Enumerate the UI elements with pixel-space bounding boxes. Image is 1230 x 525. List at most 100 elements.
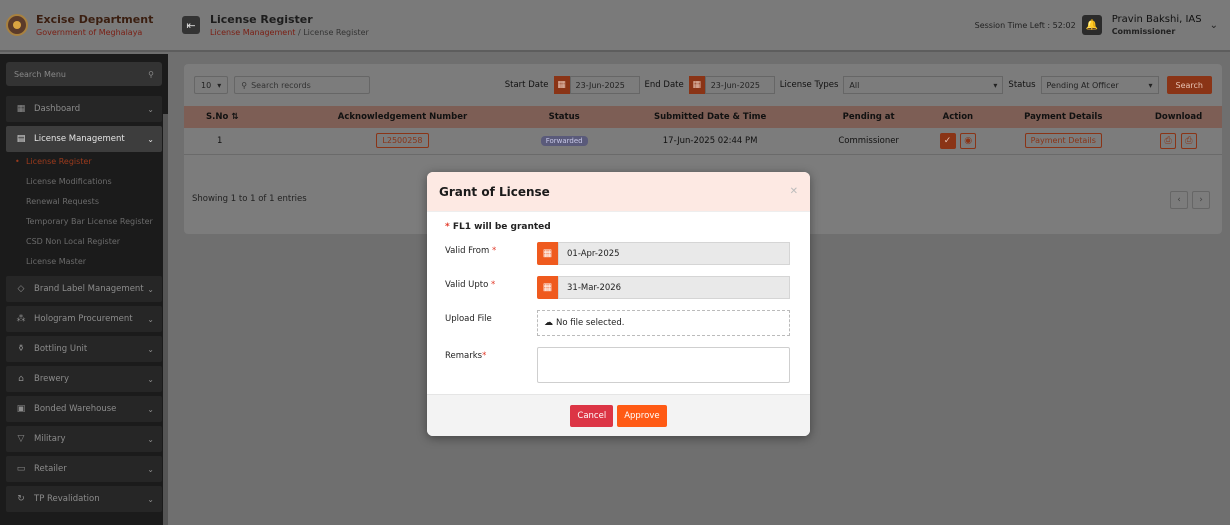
valid-upto-input[interactable]: 31-Mar-2026 xyxy=(558,276,790,299)
chevron-down-icon: ⌄ xyxy=(147,344,154,354)
ack-number-link[interactable]: L2500258 xyxy=(376,133,429,149)
chevron-down-icon: ⌄ xyxy=(147,494,154,504)
close-icon[interactable]: ✕ xyxy=(790,186,798,197)
end-date-input[interactable]: 23-Jun-2025 xyxy=(704,76,775,94)
filter-toolbar: 10 ▾ ⚲ Search records Start Date ▦ 23-Ju… xyxy=(184,64,1222,106)
cancel-button[interactable]: Cancel xyxy=(570,404,614,427)
previous-page-icon[interactable]: ‹ xyxy=(1170,191,1188,209)
approve-button[interactable]: Approve xyxy=(617,404,667,427)
sidebar-item-retailer[interactable]: ▭ Retailer ⌄ xyxy=(6,456,162,482)
start-date-input[interactable]: 23-Jun-2025 xyxy=(569,76,640,94)
view-eye-icon[interactable]: ◉ xyxy=(960,132,977,149)
cell-sno: 1 xyxy=(217,135,223,146)
sidebar-sub-temporary-bar-license[interactable]: Temporary Bar License Register xyxy=(6,216,162,227)
page-size-select[interactable]: 10 ▾ xyxy=(194,76,229,94)
valid-from-input[interactable]: 01-Apr-2025 xyxy=(558,242,790,265)
valid-upto-field[interactable]: ▦ 31-Mar-2026 xyxy=(537,276,790,299)
menu-toggle-icon[interactable]: ⇤ xyxy=(182,16,200,34)
breadcrumb-current: License Register xyxy=(303,27,369,37)
brand[interactable]: Excise Department Government of Meghalay… xyxy=(0,0,172,51)
column-header-sno[interactable]: S.No ⇅ xyxy=(184,106,284,128)
valid-upto-row: Valid Upto * ▦ 31-Mar-2026 xyxy=(445,276,792,299)
retailer-icon: ▭ xyxy=(16,464,26,474)
column-header-submitted: Submitted Date & Time xyxy=(654,112,767,122)
search-records-input[interactable]: ⚲ Search records xyxy=(234,76,371,94)
column-header-pending: Pending at xyxy=(842,112,895,122)
upload-file-input[interactable]: ☁ No file selected. xyxy=(537,310,790,336)
license-table: S.No ⇅ Acknowledgement Number Status Sub… xyxy=(184,106,1222,155)
sidebar-item-label: License Management xyxy=(34,134,125,144)
chevron-down-icon: ⌄ xyxy=(147,314,154,324)
sidebar-item-brand-label[interactable]: ◇ Brand Label Management ⌄ xyxy=(6,276,162,302)
sidebar-item-bottling[interactable]: ⚱ Bottling Unit ⌄ xyxy=(6,336,162,362)
breadcrumb-parent[interactable]: License Management xyxy=(210,28,295,37)
modal-header: Grant of License ✕ xyxy=(427,172,810,212)
sidebar-item-tp-revalidation[interactable]: ↻ TP Revalidation ⌄ xyxy=(6,486,162,512)
payment-details-button[interactable]: Payment Details xyxy=(1024,133,1102,149)
entries-info: Showing 1 to 1 of 1 entries xyxy=(192,194,307,204)
sidebar-item-brewery[interactable]: ⌂ Brewery ⌄ xyxy=(6,366,162,392)
search-menu-input[interactable]: Search Menu ⚲ xyxy=(6,62,162,86)
column-header-ack: Acknowledgement Number xyxy=(337,112,468,122)
sidebar-item-military[interactable]: ▽ Military ⌄ xyxy=(6,426,162,452)
chevron-down-icon: ⌄ xyxy=(147,104,154,114)
calendar-icon[interactable]: ▦ xyxy=(537,276,558,299)
sidebar-item-bonded-warehouse[interactable]: ▣ Bonded Warehouse ⌄ xyxy=(6,396,162,422)
license-types-select[interactable]: All ▾ xyxy=(843,76,1004,94)
chevron-down-icon: ⌄ xyxy=(147,374,154,384)
approve-check-icon[interactable]: ✓ xyxy=(939,132,956,149)
sidebar-item-label: Bottling Unit xyxy=(34,344,88,354)
valid-from-field[interactable]: ▦ 01-Apr-2025 xyxy=(537,242,790,265)
chevron-down-icon: ▾ xyxy=(217,80,222,90)
dashboard-icon: ▦ xyxy=(16,104,26,114)
search-menu-placeholder: Search Menu xyxy=(14,69,66,79)
status-label: Status xyxy=(1008,80,1036,90)
sidebar-item-label: Brewery xyxy=(34,374,70,384)
next-page-icon[interactable]: › xyxy=(1192,191,1210,209)
sidebar-sub-license-modifications[interactable]: License Modifications xyxy=(6,176,162,187)
sidebar-item-hologram[interactable]: ⁂ Hologram Procurement ⌄ xyxy=(6,306,162,332)
sidebar-item-license-management[interactable]: ▤ License Management ⌄ xyxy=(6,126,162,152)
grant-note-text: FL1 will be granted xyxy=(452,222,551,232)
calendar-icon[interactable]: ▦ xyxy=(553,76,570,94)
sidebar-item-dashboard[interactable]: ▦ Dashboard ⌄ xyxy=(6,96,162,122)
sidebar: Search Menu ⚲ ▦ Dashboard ⌄ ▤ License Ma… xyxy=(0,54,168,525)
sidebar-item-label: Military xyxy=(34,434,66,444)
search-button[interactable]: Search xyxy=(1166,76,1212,94)
cell-action: ✓ ◉ xyxy=(924,128,991,154)
cell-payment: Payment Details xyxy=(992,128,1135,154)
required-marker: * xyxy=(445,222,450,232)
chevron-down-icon[interactable]: ⌄ xyxy=(1210,20,1218,31)
sidebar-scrollbar[interactable] xyxy=(163,114,168,525)
remarks-textarea[interactable] xyxy=(537,347,790,383)
end-date-label: End Date xyxy=(644,80,684,90)
top-header: Excise Department Government of Meghalay… xyxy=(0,0,1230,52)
breadcrumb-separator: / xyxy=(297,27,301,37)
user-menu[interactable]: Pravin Bakshi, IAS Commissioner xyxy=(1112,13,1202,37)
grant-note: * FL1 will be granted xyxy=(445,222,792,232)
page-size-value: 10 xyxy=(201,80,212,90)
sidebar-item-label: Hologram Procurement xyxy=(34,314,133,324)
modal-title: Grant of License xyxy=(439,184,550,199)
print-icon[interactable]: ⎙ xyxy=(1180,132,1197,149)
cell-submitted: 17-Jun-2025 02:44 PM xyxy=(662,135,758,146)
brand-title: Excise Department xyxy=(36,12,154,26)
sort-icon[interactable]: ⇅ xyxy=(231,112,238,122)
status-select[interactable]: Pending At Officer ▾ xyxy=(1040,76,1159,94)
cell-pending: Commissioner xyxy=(838,135,899,146)
start-date-label: Start Date xyxy=(504,80,549,90)
sidebar-sub-renewal-requests[interactable]: Renewal Requests xyxy=(6,196,162,207)
print-icon[interactable]: ⎙ xyxy=(1160,132,1177,149)
sidebar-sub-license-register[interactable]: License Register xyxy=(6,156,162,167)
sidebar-item-label: Bonded Warehouse xyxy=(34,404,117,414)
upload-file-label: Upload File xyxy=(445,314,492,324)
notification-bell-icon[interactable]: 🔔 xyxy=(1081,15,1102,35)
sidebar-sub-license-master[interactable]: License Master xyxy=(6,256,162,267)
column-header-status: Status xyxy=(548,112,580,122)
column-header-download: Download xyxy=(1154,112,1203,122)
calendar-icon[interactable]: ▦ xyxy=(688,76,705,94)
calendar-icon[interactable]: ▦ xyxy=(537,242,558,265)
upload-file-status: No file selected. xyxy=(556,318,625,328)
sidebar-sub-csd-non-local[interactable]: CSD Non Local Register xyxy=(6,236,162,247)
cell-download: ⎙ ⎙ xyxy=(1135,128,1222,154)
